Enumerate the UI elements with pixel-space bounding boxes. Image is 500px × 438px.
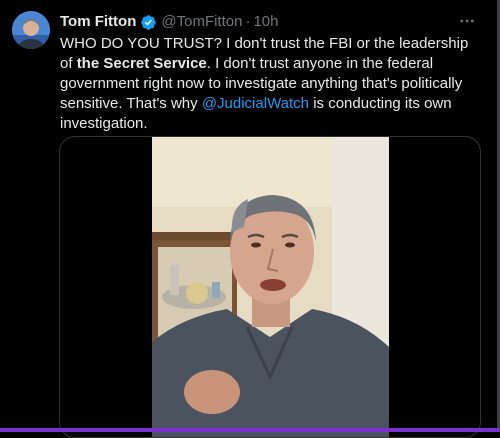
tweet-media-video[interactable] bbox=[59, 136, 481, 438]
bottom-accent-bar bbox=[0, 428, 500, 432]
more-options-icon[interactable] bbox=[456, 10, 478, 32]
author-handle[interactable]: @TomFitton bbox=[161, 12, 242, 32]
tweet-text-bold: the Secret Service bbox=[76, 55, 207, 72]
author-name[interactable]: Tom Fitton bbox=[60, 12, 136, 32]
mention-link[interactable]: @JudicialWatch bbox=[202, 95, 309, 112]
video-frame[interactable] bbox=[152, 137, 389, 437]
verified-badge-icon bbox=[140, 14, 157, 31]
tweet-header: Tom Fitton @TomFitton · 10h bbox=[60, 12, 460, 32]
author-avatar[interactable] bbox=[12, 11, 50, 49]
tweet-timestamp[interactable]: 10h bbox=[253, 12, 278, 32]
separator-dot: · bbox=[245, 13, 251, 30]
tweet-text: WHO DO YOU TRUST? I don't trust the FBI … bbox=[60, 34, 480, 134]
